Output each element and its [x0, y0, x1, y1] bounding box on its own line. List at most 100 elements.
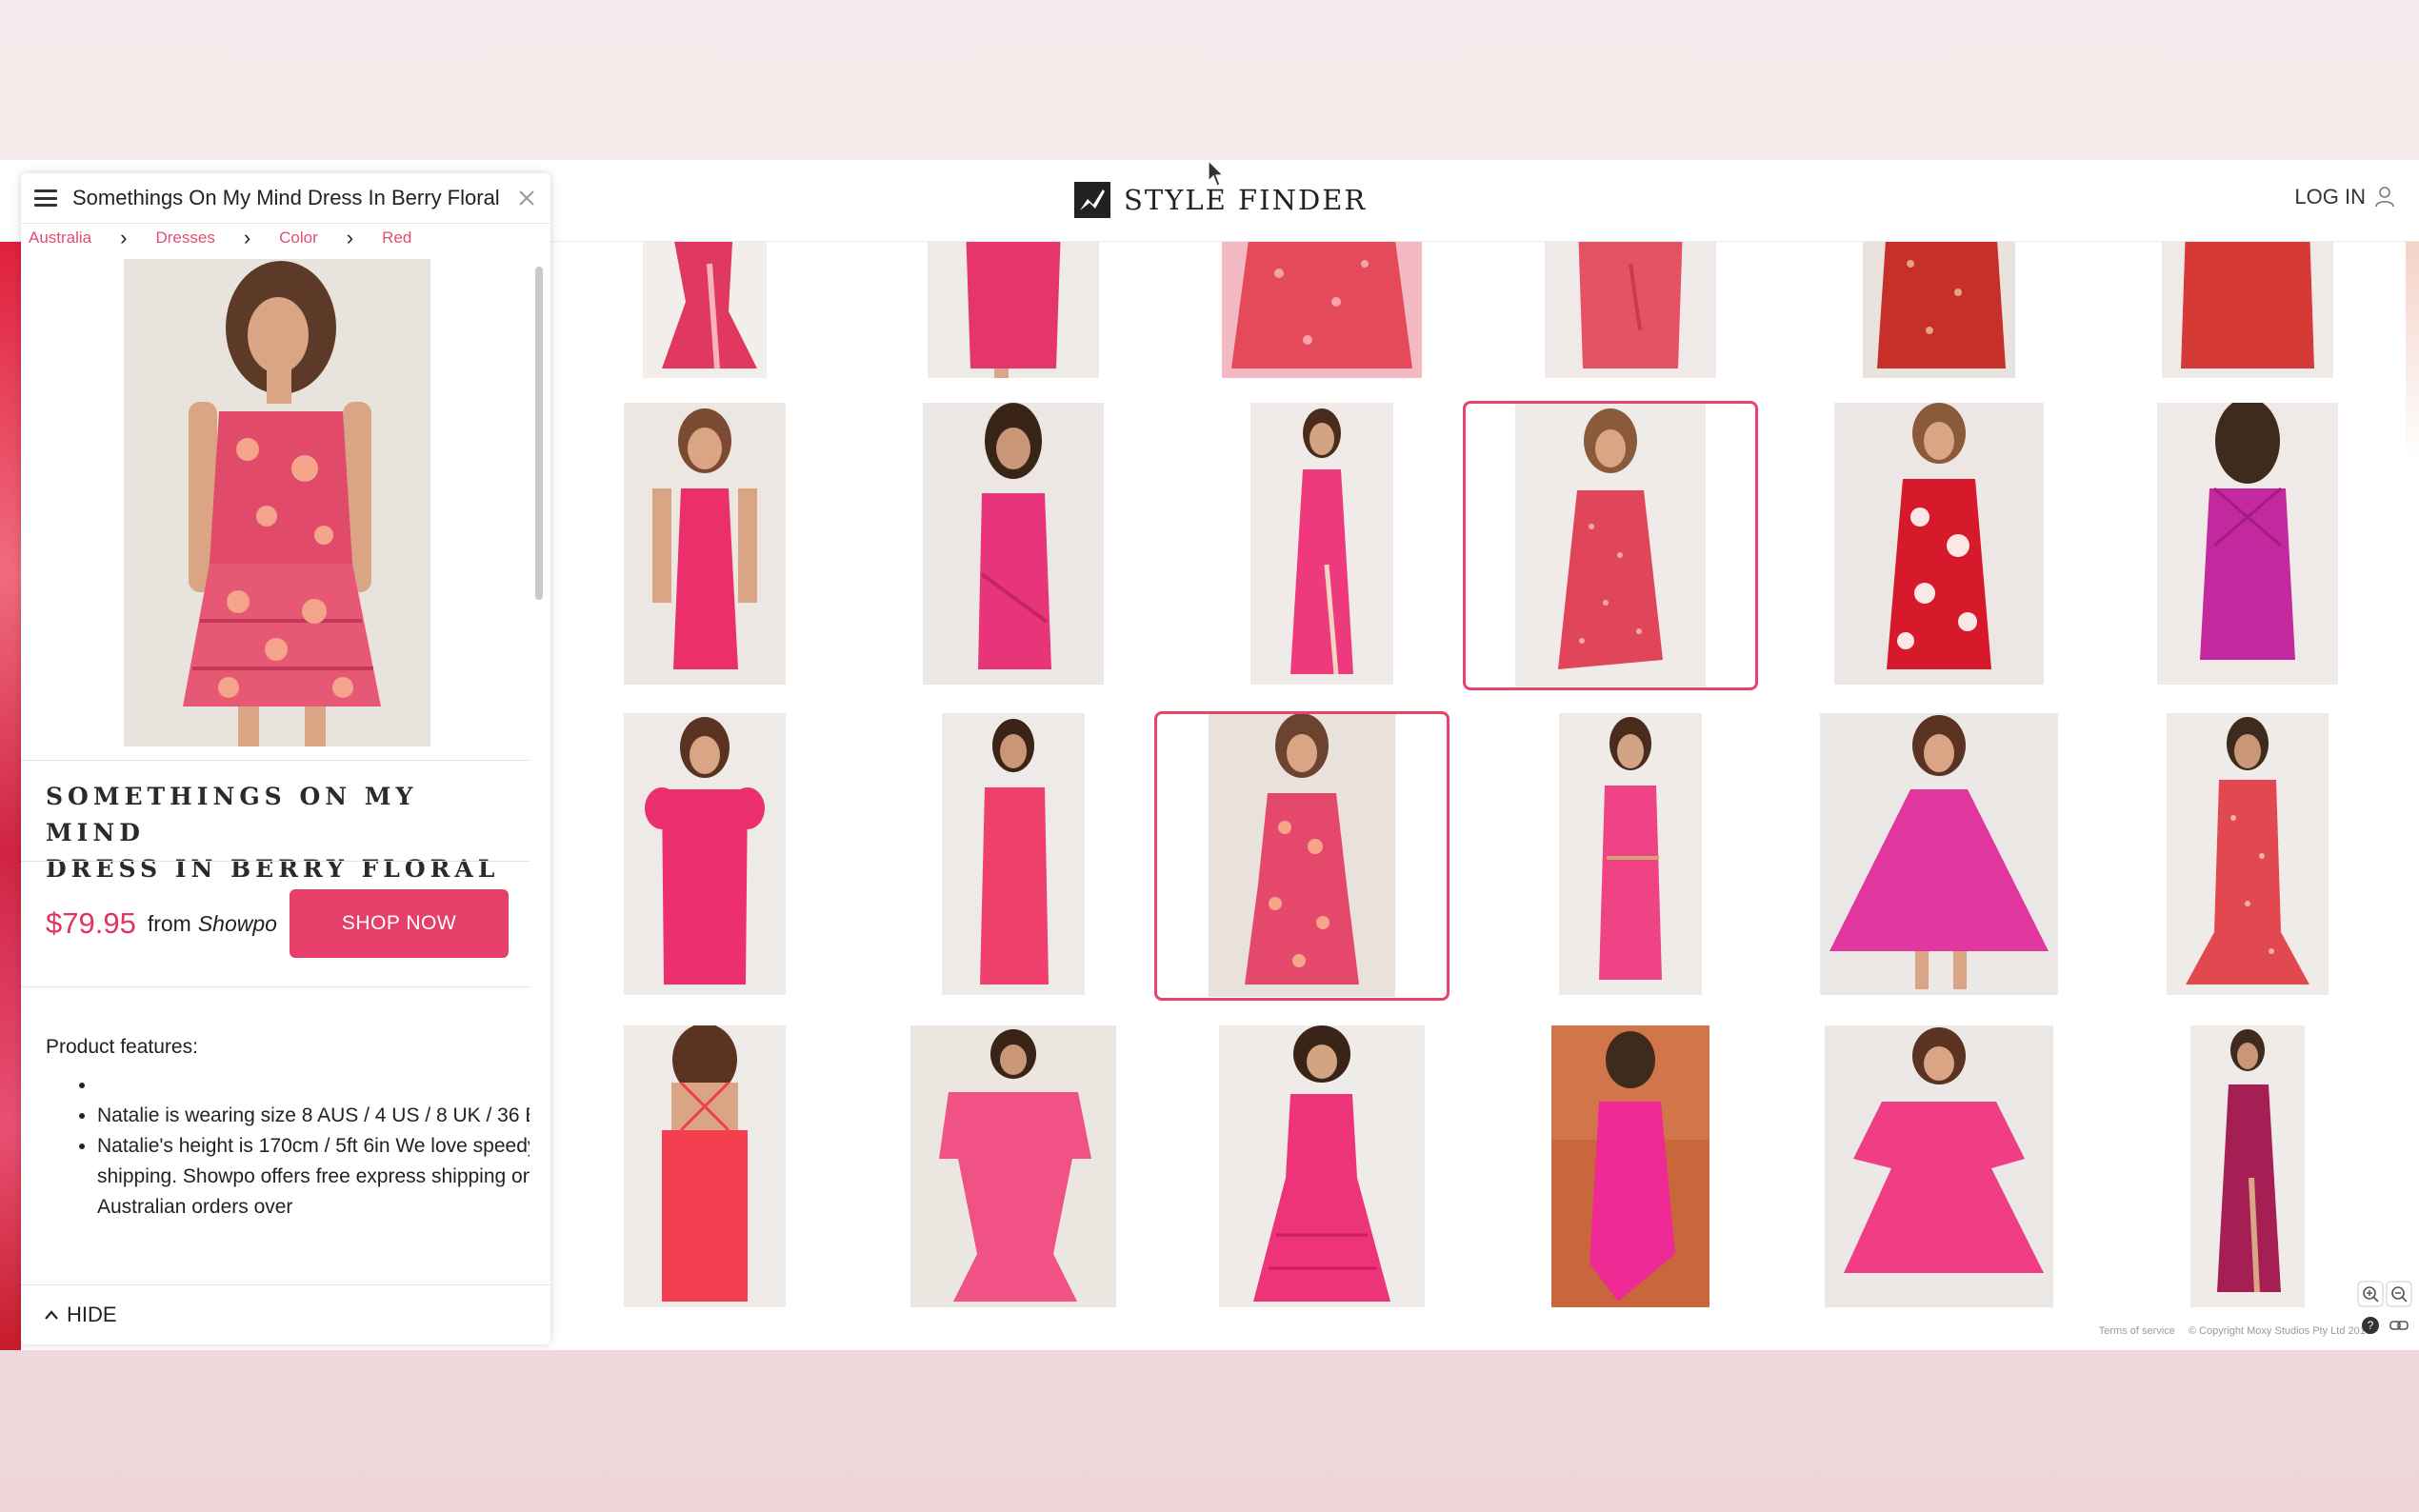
breadcrumb-color[interactable]: Color	[279, 229, 318, 248]
result-card[interactable]	[861, 711, 1166, 997]
dress-thumbnail[interactable]	[624, 713, 786, 995]
result-card[interactable]	[1478, 241, 1783, 380]
feature-item: Natalie's height is 170cm / 5ft 6in We l…	[97, 1131, 530, 1223]
features-label: Product features:	[46, 1036, 198, 1058]
result-card[interactable]	[1787, 1024, 2091, 1309]
chevron-up-icon	[45, 1310, 58, 1320]
selection-frame	[1154, 711, 1449, 1001]
product-title: SOMETHINGS ON MY MIND DRESS IN BERRY FLO…	[46, 779, 503, 887]
zoom-out-icon[interactable]	[2386, 1281, 2412, 1307]
svg-text:?: ?	[2368, 1319, 2374, 1332]
dress-thumbnail[interactable]	[1222, 241, 1422, 378]
app-window: STYLE FINDER LOG IN Somethings On My Min…	[0, 160, 2419, 1350]
dress-thumbnail[interactable]	[1825, 1025, 2053, 1307]
result-card[interactable]	[552, 1024, 857, 1309]
results-grid	[552, 241, 2419, 1350]
result-card[interactable]	[861, 241, 1166, 380]
dress-thumbnail[interactable]	[923, 403, 1104, 685]
help-icon[interactable]: ?	[2362, 1317, 2379, 1334]
dress-thumbnail[interactable]	[1551, 1025, 1709, 1307]
zoom-in-icon[interactable]	[2357, 1281, 2384, 1307]
right-edge-thumbnails	[2406, 241, 2419, 1350]
result-card[interactable]	[1787, 241, 2091, 380]
feature-item	[97, 1070, 530, 1101]
result-card[interactable]	[552, 241, 857, 380]
result-card[interactable]	[1170, 401, 1474, 686]
result-card[interactable]	[2095, 711, 2400, 997]
dress-thumbnail[interactable]	[910, 1025, 1116, 1307]
product-image	[124, 259, 430, 746]
panel-scrollbar[interactable]	[533, 255, 545, 1293]
dress-thumbnail[interactable]	[1834, 403, 2044, 685]
dress-thumbnail[interactable]	[1863, 241, 2015, 378]
search-input[interactable]: Somethings On My Mind Dress In Berry Flo…	[72, 186, 516, 210]
divider	[21, 760, 530, 761]
mouse-cursor-icon	[1208, 160, 1225, 187]
dress-thumbnail[interactable]	[624, 1025, 786, 1307]
chevron-right-icon: ›	[243, 226, 251, 249]
divider	[21, 986, 530, 987]
breadcrumb: Australia › Dresses › Color › Red	[21, 224, 550, 252]
menu-icon[interactable]	[34, 189, 57, 207]
from-label: from	[147, 910, 191, 936]
store-line: from Showpo	[148, 911, 277, 937]
map-controls: ?	[2356, 1280, 2413, 1341]
result-card[interactable]	[1478, 711, 1783, 997]
dress-thumbnail[interactable]	[2167, 713, 2329, 995]
result-card[interactable]	[861, 1024, 1166, 1309]
breadcrumb-australia[interactable]: Australia	[29, 229, 91, 248]
product-title-line: DRESS IN BERRY FLORAL	[46, 855, 500, 883]
result-card[interactable]	[1170, 241, 1474, 380]
logo-text: STYLE FINDER	[1124, 184, 1368, 216]
result-card-selected[interactable]	[1463, 401, 1758, 690]
result-card[interactable]	[552, 401, 857, 686]
dress-thumbnail[interactable]	[2157, 403, 2338, 685]
link-icon[interactable]	[2389, 1321, 2409, 1330]
login-button[interactable]: LOG IN	[2294, 185, 2394, 209]
result-card[interactable]	[861, 401, 1166, 686]
result-card[interactable]	[2095, 401, 2400, 686]
divider	[21, 861, 530, 862]
breadcrumb-red[interactable]: Red	[382, 229, 411, 248]
result-card[interactable]	[2095, 241, 2400, 380]
dress-thumbnail[interactable]	[643, 241, 767, 378]
user-icon	[2375, 187, 2394, 208]
hide-bar: HIDE	[21, 1284, 550, 1344]
dress-thumbnail[interactable]	[928, 241, 1099, 378]
chevron-right-icon: ›	[120, 226, 128, 249]
result-card[interactable]	[1787, 401, 2091, 686]
result-card[interactable]	[2095, 1024, 2400, 1309]
dress-thumbnail[interactable]	[2162, 241, 2333, 378]
search-bar: Somethings On My Mind Dress In Berry Flo…	[21, 173, 550, 224]
dress-thumbnail[interactable]	[624, 403, 786, 685]
product-details-scroll[interactable]: SOMETHINGS ON MY MIND DRESS IN BERRY FLO…	[21, 253, 530, 1295]
footer: Terms of service © Copyright Moxy Studio…	[2099, 1325, 2371, 1337]
result-card[interactable]	[1478, 1024, 1783, 1309]
hide-label: HIDE	[67, 1303, 117, 1326]
copyright-text: © Copyright Moxy Studios Pty Ltd 2018	[2188, 1325, 2371, 1337]
features-list: Natalie is wearing size 8 AUS / 4 US / 8…	[46, 1070, 530, 1223]
scrollbar-thumb[interactable]	[535, 267, 543, 600]
dress-thumbnail[interactable]	[1820, 713, 2058, 995]
left-edge-thumbnails	[0, 241, 21, 1350]
dress-thumbnail[interactable]	[942, 713, 1085, 995]
breadcrumb-dresses[interactable]: Dresses	[155, 229, 214, 248]
hide-panel-button[interactable]: HIDE	[38, 1302, 123, 1328]
logo-mark-icon	[1074, 182, 1110, 218]
store-name: Showpo	[197, 910, 277, 936]
result-card[interactable]	[1170, 1024, 1474, 1309]
dress-thumbnail[interactable]	[1250, 403, 1393, 685]
shop-now-button[interactable]: SHOP NOW	[290, 889, 509, 958]
login-label: LOG IN	[2294, 185, 2366, 209]
chevron-right-icon: ›	[346, 226, 354, 249]
terms-link[interactable]: Terms of service	[2099, 1325, 2175, 1337]
dress-thumbnail[interactable]	[1219, 1025, 1425, 1307]
dress-thumbnail[interactable]	[1559, 713, 1702, 995]
dress-thumbnail[interactable]	[1545, 241, 1716, 378]
feature-item: Natalie is wearing size 8 AUS / 4 US / 8…	[97, 1101, 530, 1131]
close-icon[interactable]	[516, 188, 537, 209]
result-card-selected[interactable]	[1154, 711, 1449, 1001]
result-card[interactable]	[1787, 711, 2091, 997]
result-card[interactable]	[552, 711, 857, 997]
dress-thumbnail[interactable]	[2190, 1025, 2305, 1307]
